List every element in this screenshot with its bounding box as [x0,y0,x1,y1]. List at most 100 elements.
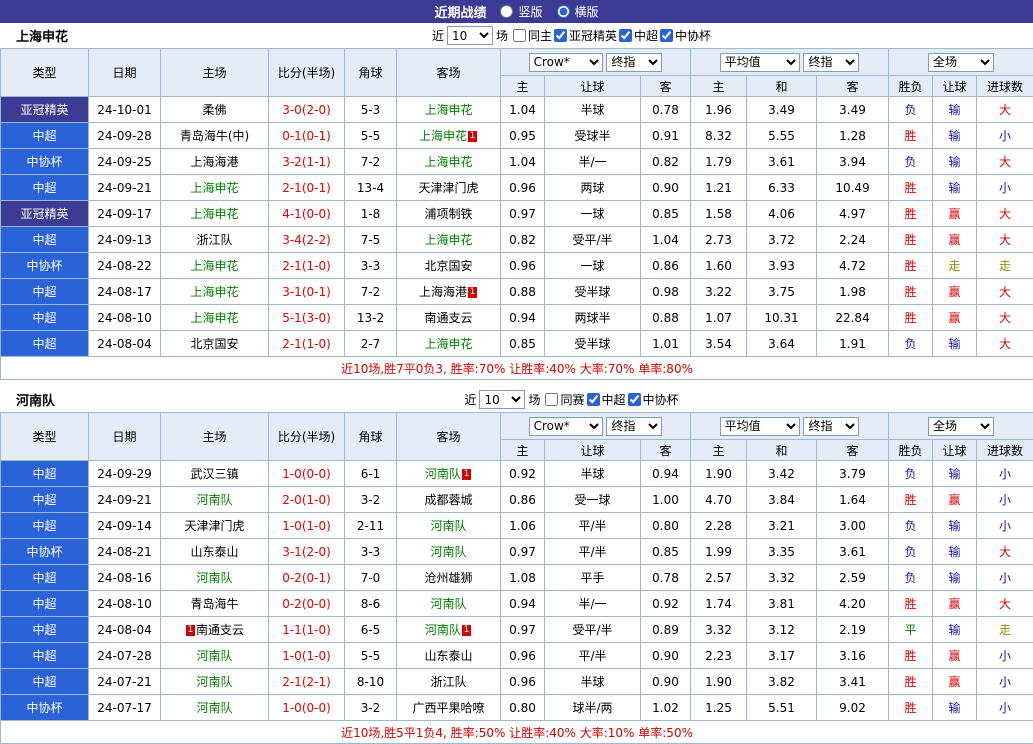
away-team: 沧州雄狮 [397,565,501,591]
odds-final-select[interactable]: 终指 [606,417,662,436]
score: 0-1(0-1) [269,123,345,149]
result: 胜 [889,175,933,201]
odds-final-select[interactable]: 终指 [606,53,662,72]
filter-checkbox[interactable] [513,29,526,42]
horizontal-radio[interactable] [557,5,570,18]
result: 胜 [889,227,933,253]
match-count-select[interactable]: 10 [447,26,493,45]
odds-away: 0.90 [641,669,691,695]
average-final-select[interactable]: 终指 [803,417,859,436]
home-team: 河南队 [161,695,269,721]
col-avg-away: 客 [817,76,889,97]
result: 平 [889,617,933,643]
odds-home: 0.94 [501,591,545,617]
sections-container: 上海申花 近 10 场 同主亚冠精英中超中协杯 类型 日期 主场 [0,23,1033,744]
match-date: 24-08-22 [89,253,161,279]
goals-result: 大 [977,331,1033,357]
filter-option[interactable]: 同赛 [543,391,584,408]
handicap-line: 受一球 [545,487,641,513]
handicap-line: 半球 [545,97,641,123]
handicap-line: 半/一 [545,591,641,617]
league-type: 中协杯 [1,149,89,175]
col-odds-home: 主 [501,440,545,461]
match-date: 24-09-14 [89,513,161,539]
filter-checkbox[interactable] [554,29,567,42]
odds-source-select[interactable]: Crow* [529,417,603,436]
filter-option[interactable]: 中超 [585,391,626,408]
average-group-header: 平均值 终指 [691,49,889,76]
average-select[interactable]: 平均值 [720,417,800,436]
handicap-result: 赢 [933,591,977,617]
team-label: 上海申花 [190,207,238,221]
avg-draw: 3.82 [747,669,817,695]
away-team: 河南队 [397,539,501,565]
result: 胜 [889,669,933,695]
handicap-line: 一球 [545,201,641,227]
avg-home: 1.07 [691,305,747,331]
odds-home: 0.94 [501,305,545,331]
match-row: 中超24-09-28青岛海牛(中)0-1(0-1)5-5上海申花10.95受球半… [1,123,1033,149]
score: 1-0(1-0) [269,513,345,539]
team-label: 上海申花 [190,259,238,273]
team-label: 柔佛 [202,103,226,117]
away-team: 浦项制铁 [397,201,501,227]
score: 2-1(0-1) [269,175,345,201]
filter-option[interactable]: 中协杯 [626,391,679,408]
vertical-radio[interactable] [500,5,513,18]
match-date: 24-09-28 [89,123,161,149]
odds-source-select[interactable]: Crow* [529,53,603,72]
home-team: 柔佛 [161,97,269,123]
average-final-select[interactable]: 终指 [803,53,859,72]
filter-option[interactable]: 中协杯 [658,27,711,44]
corner-score: 2-11 [345,513,397,539]
avg-away: 10.49 [817,175,889,201]
layout-option-horizontal[interactable]: 横版 [555,3,599,20]
score: 3-4(2-2) [269,227,345,253]
scope-select[interactable]: 全场 [928,417,994,436]
league-type: 中超 [1,123,89,149]
team-label: 上海申花 [424,337,472,351]
match-date: 24-08-10 [89,591,161,617]
avg-home: 1.90 [691,461,747,487]
col-type: 类型 [1,49,89,97]
filter-option[interactable]: 中超 [617,27,658,44]
avg-away: 1.91 [817,331,889,357]
team-name: 上海申花 [16,26,68,45]
odds-away: 0.91 [641,123,691,149]
handicap-result: 赢 [933,279,977,305]
goals-result: 走 [977,617,1033,643]
average-select[interactable]: 平均值 [720,53,800,72]
filter-checkbox[interactable] [619,29,632,42]
scope-select[interactable]: 全场 [928,53,994,72]
goals-result: 小 [977,565,1033,591]
score: 1-1(1-0) [269,617,345,643]
away-team: 河南队1 [397,617,501,643]
score: 2-1(2-1) [269,669,345,695]
score: 3-1(0-1) [269,279,345,305]
layout-option-vertical[interactable]: 竖版 [498,3,542,20]
handicap-result: 输 [933,513,977,539]
match-rows: 亚冠精英24-10-01柔佛3-0(2-0)5-3上海申花1.04半球0.781… [1,97,1033,357]
handicap-result: 走 [933,253,977,279]
filter-checkbox[interactable] [587,393,600,406]
away-team: 成都蓉城 [397,487,501,513]
filter-checkbox[interactable] [545,393,558,406]
home-team: 山东泰山 [161,539,269,565]
filter-checkbox[interactable] [660,29,673,42]
match-date: 24-08-21 [89,539,161,565]
avg-away: 3.41 [817,669,889,695]
avg-away: 2.24 [817,227,889,253]
home-team: 上海申花 [161,175,269,201]
filter-option[interactable]: 亚冠精英 [552,27,617,44]
section-header: 上海申花 近 10 场 同主亚冠精英中超中协杯 [0,23,1033,48]
col-date: 日期 [89,413,161,461]
result: 负 [889,331,933,357]
filter-checkbox[interactable] [628,393,641,406]
filter-option[interactable]: 同主 [511,27,552,44]
home-team: 1南通支云 [161,617,269,643]
col-handicap-result: 让球 [933,76,977,97]
team-label: 浙江队 [196,233,232,247]
handicap-line: 平手 [545,565,641,591]
match-count-select[interactable]: 10 [479,390,525,409]
match-date: 24-08-04 [89,617,161,643]
